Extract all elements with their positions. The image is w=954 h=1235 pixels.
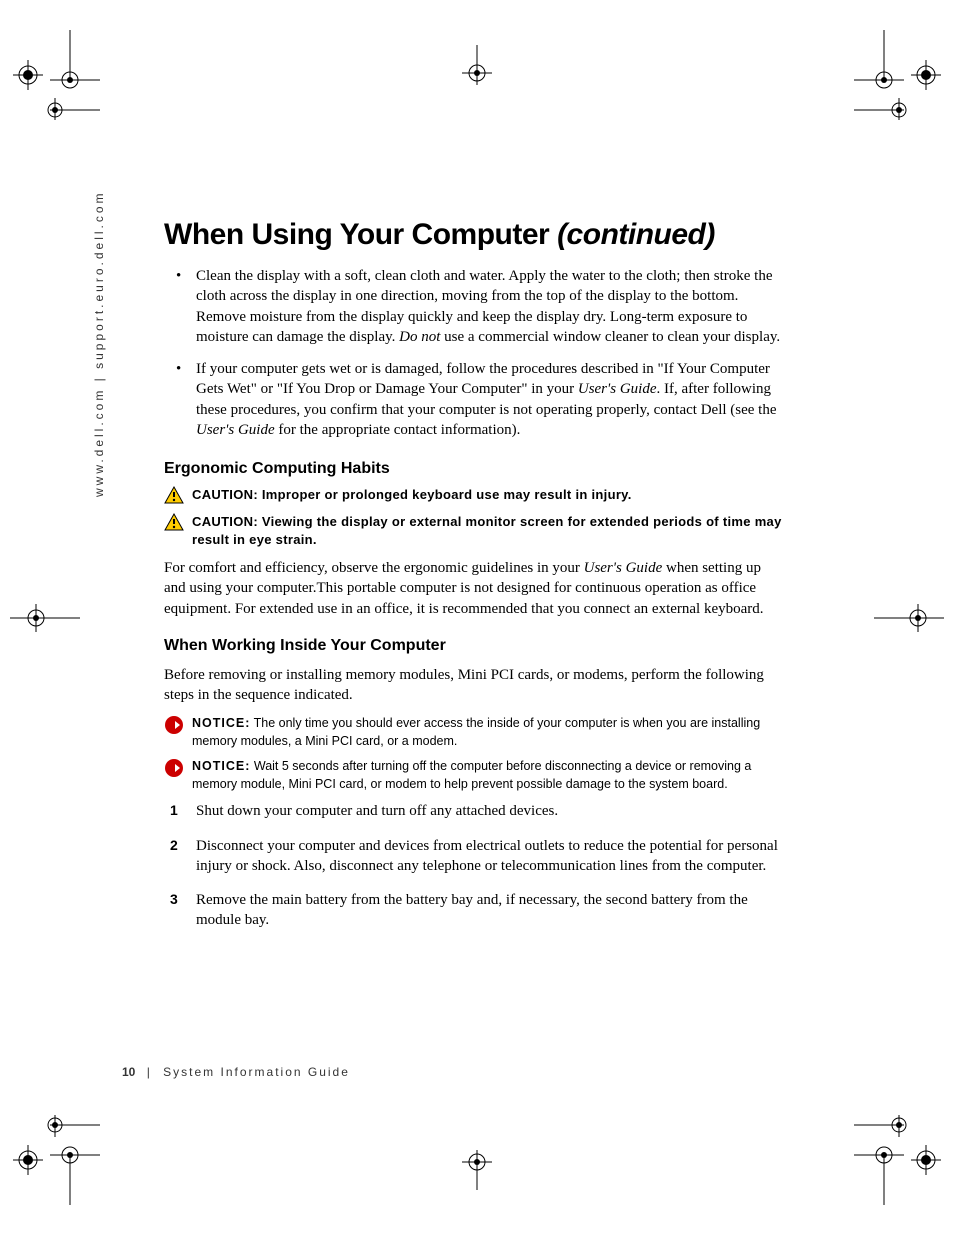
title-main: When Using Your Computer [164,218,557,251]
notice-text: NOTICE: The only time you should ever ac… [192,715,784,750]
notice-arrow-icon [164,758,184,783]
crop-mark-top-mid [442,45,512,85]
crop-mark-right-mid [874,598,944,638]
caution-row: CAUTION: Improper or prolonged keyboard … [164,486,784,509]
warning-triangle-icon [164,486,184,509]
crop-mark-bottom-left [10,1115,100,1205]
caution-row: CAUTION: Viewing the display or external… [164,513,784,548]
footer-label: System Information Guide [163,1065,350,1079]
body-paragraph: Before removing or installing memory mod… [164,665,784,706]
caution-text: CAUTION: Viewing the display or external… [192,513,784,548]
step-number: 3 [170,890,178,909]
page-footer: 10 | System Information Guide [122,1065,350,1079]
bullet-item: Clean the display with a soft, clean clo… [196,266,784,347]
step-number: 1 [170,801,178,820]
crop-mark-top-right [854,30,944,120]
page-number: 10 [122,1065,135,1079]
page-body: When Using Your Computer (continued) Cle… [164,218,784,945]
bullet-list: Clean the display with a soft, clean clo… [164,266,784,440]
bullet-item: If your computer gets wet or is damaged,… [196,359,784,440]
caution-text: CAUTION: Improper or prolonged keyboard … [192,486,632,504]
title-continued: (continued) [557,218,715,251]
step-item: 2Disconnect your computer and devices fr… [196,836,784,877]
notice-text: NOTICE: Wait 5 seconds after turning off… [192,758,784,793]
step-item: 1Shut down your computer and turn off an… [196,801,784,821]
body-paragraph: For comfort and efficiency, observe the … [164,558,784,619]
notice-row: NOTICE: The only time you should ever ac… [164,715,784,750]
sidebar-url: www.dell.com | support.euro.dell.com [92,190,106,497]
notice-row: NOTICE: Wait 5 seconds after turning off… [164,758,784,793]
crop-mark-left-mid [10,598,80,638]
crop-mark-bottom-right [854,1115,944,1205]
warning-triangle-icon [164,513,184,536]
footer-separator: | [147,1065,152,1079]
crop-mark-bottom-mid [442,1150,512,1190]
step-list: 1Shut down your computer and turn off an… [164,801,784,930]
page-title: When Using Your Computer (continued) [164,218,784,252]
subhead-inside: When Working Inside Your Computer [164,637,784,655]
subhead-ergonomic: Ergonomic Computing Habits [164,460,784,478]
step-number: 2 [170,836,178,855]
crop-mark-top-left [10,30,100,120]
notice-arrow-icon [164,715,184,740]
step-item: 3Remove the main battery from the batter… [196,890,784,931]
